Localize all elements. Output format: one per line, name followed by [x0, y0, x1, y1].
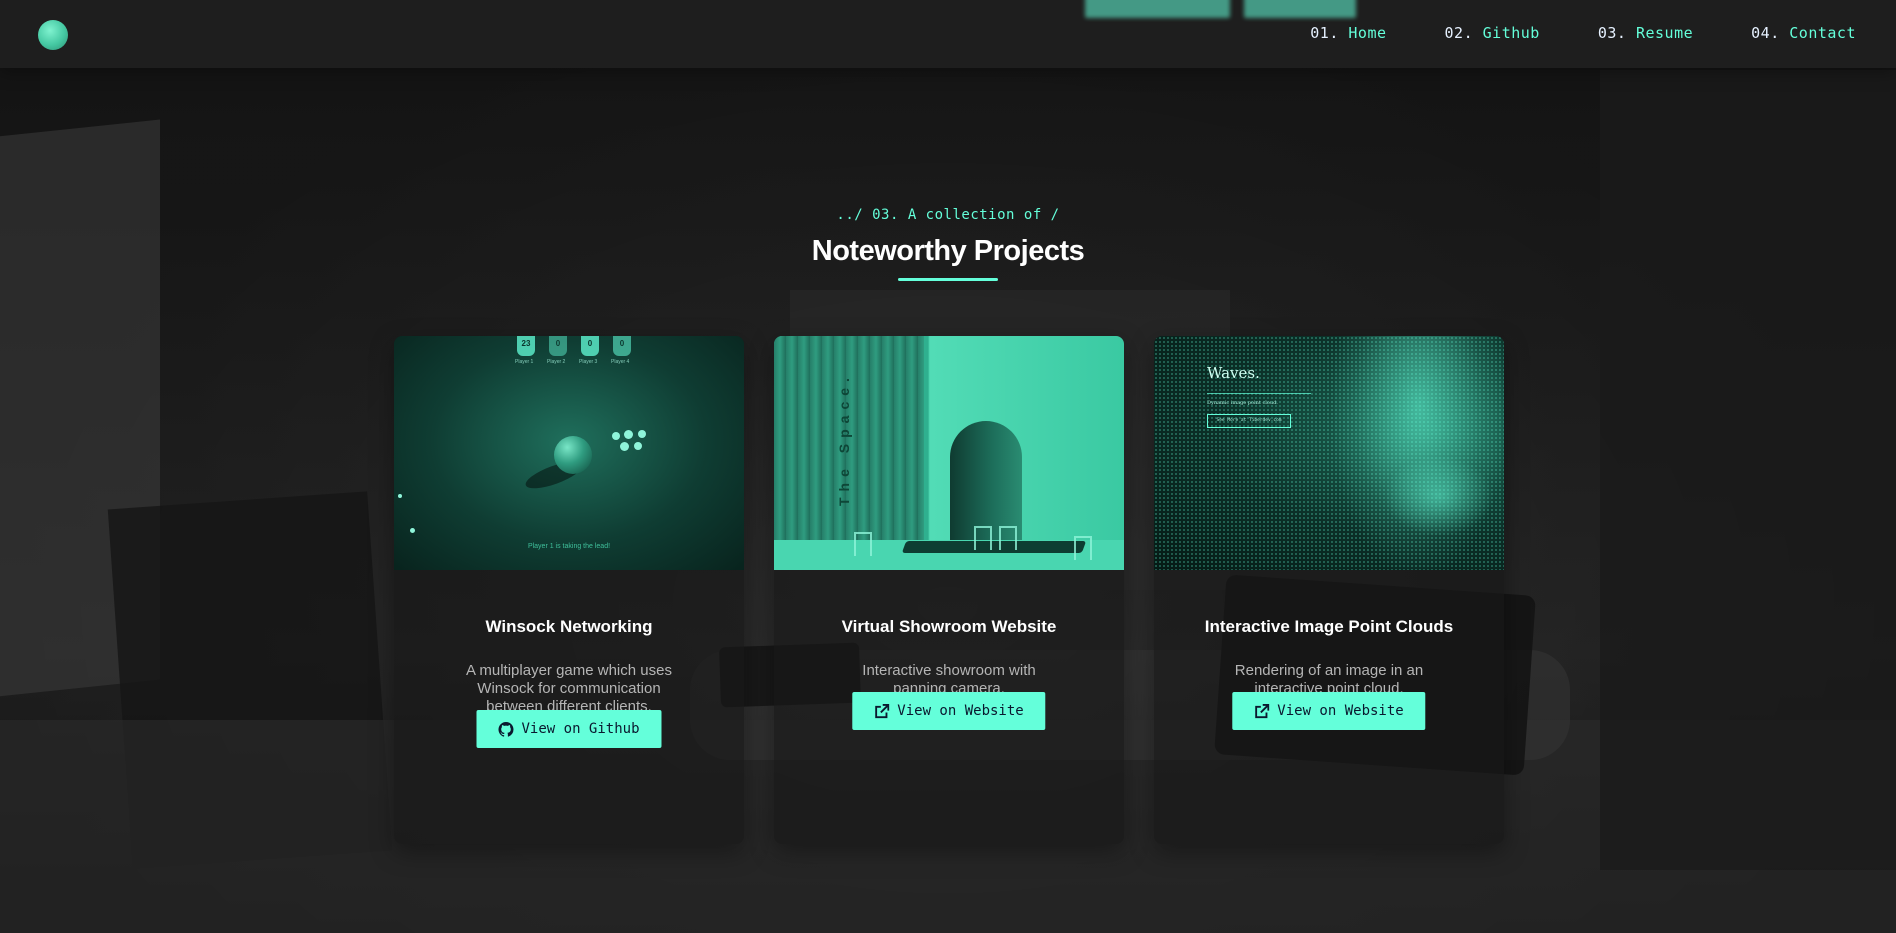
- project-card-winsock: 23 0 0 0 Player 1 Player 2 Player 3 Play…: [394, 336, 744, 844]
- nav-link-resume[interactable]: 03. Resume: [1598, 24, 1693, 42]
- nav-link-contact[interactable]: 04. Contact: [1751, 24, 1856, 42]
- title-underline: [898, 278, 998, 281]
- projects-header: ../ 03. A collection of / Noteworthy Pro…: [0, 207, 1896, 281]
- github-icon: [498, 721, 514, 737]
- player-label: Player 1: [515, 359, 534, 365]
- project-title: Interactive Image Point Clouds: [1204, 617, 1454, 636]
- project-title: Virtual Showroom Website: [841, 617, 1057, 636]
- game-status-message: Player 1 is taking the lead!: [527, 543, 611, 550]
- score-badge: 0: [613, 336, 631, 356]
- view-on-github-button[interactable]: View on Github: [476, 710, 662, 748]
- project-thumbnail: Waves. Dynamic image point cloud. See Mo…: [1154, 336, 1504, 570]
- score-badge: 23: [517, 336, 535, 356]
- arch-doorway: [950, 421, 1022, 541]
- thumbnail-subtitle: Dynamic image point cloud.: [1207, 400, 1278, 406]
- nav-link-home[interactable]: 01. Home: [1310, 24, 1386, 42]
- player-label: Player 3: [579, 359, 598, 365]
- button-label: View on Website: [1277, 703, 1404, 719]
- project-cards: 23 0 0 0 Player 1 Player 2 Player 3 Play…: [394, 336, 1504, 844]
- score-badge: 0: [581, 336, 599, 356]
- score-badge: 0: [549, 336, 567, 356]
- project-title: Winsock Networking: [485, 617, 653, 636]
- section-eyebrow: ../ 03. A collection of /: [836, 207, 1060, 223]
- nav-links: 01. Home 02. Github 03. Resume 04. Conta…: [1310, 24, 1856, 42]
- project-card-point-clouds: Waves. Dynamic image point cloud. See Mo…: [1154, 336, 1504, 844]
- external-link-icon: [1255, 703, 1270, 718]
- player-label: Player 4: [611, 359, 630, 365]
- thumbnail-button: See More at Tiberdev.com: [1207, 414, 1291, 428]
- logo[interactable]: [38, 20, 68, 50]
- section-title: Noteworthy Projects: [811, 235, 1085, 267]
- thumbnail-heading: Waves.: [1207, 364, 1260, 382]
- thumbnail-vertical-text: The Space.: [836, 372, 852, 506]
- button-label: View on Website: [897, 703, 1024, 719]
- player-label: Player 2: [547, 359, 566, 365]
- external-link-icon: [875, 703, 890, 718]
- project-description: A multiplayer game which uses Winsock fo…: [466, 662, 672, 715]
- nav-link-github[interactable]: 02. Github: [1445, 24, 1540, 42]
- player-ball: [554, 436, 592, 474]
- top-navbar: 01. Home 02. Github 03. Resume 04. Conta…: [0, 0, 1896, 68]
- faded-header-button: [1244, 0, 1356, 18]
- view-on-website-button[interactable]: View on Website: [1232, 692, 1426, 730]
- button-label: View on Github: [521, 721, 640, 737]
- project-thumbnail: 23 0 0 0 Player 1 Player 2 Player 3 Play…: [394, 336, 744, 570]
- faded-header-button: [1085, 0, 1230, 18]
- project-card-showroom: The Space. Virtual Showroom Website Inte…: [774, 336, 1124, 844]
- project-thumbnail: The Space.: [774, 336, 1124, 570]
- view-on-website-button[interactable]: View on Website: [852, 692, 1046, 730]
